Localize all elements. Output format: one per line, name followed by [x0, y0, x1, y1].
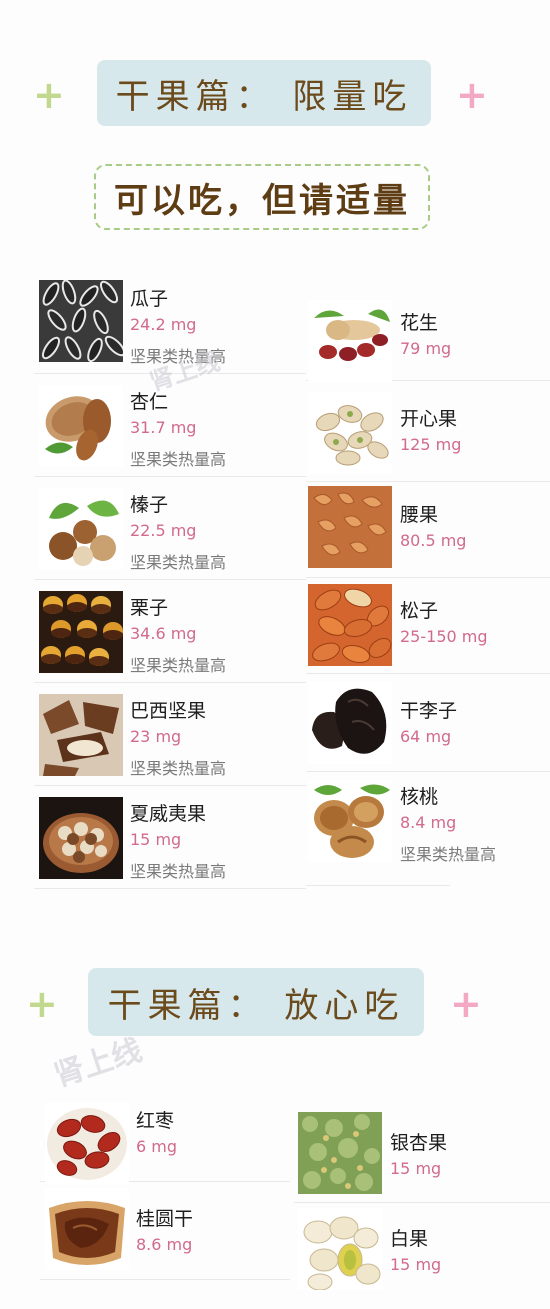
list-item: 松子 25-150 mg: [306, 578, 550, 674]
sunflower-seeds-icon: [39, 280, 123, 362]
item-amount: 24.2 mg: [130, 315, 197, 334]
item-amount: 8.4 mg: [400, 813, 457, 832]
pine-nut-icon: [308, 584, 392, 666]
item-name: 红枣: [136, 1110, 175, 1132]
item-amount: 15 mg: [390, 1159, 442, 1178]
item-amount: 34.6 mg: [130, 624, 197, 643]
item-note: 坚果类热量高: [130, 759, 227, 778]
list-item: 银杏果 15 mg: [294, 1108, 550, 1203]
list-item: 杏仁 31.7 mg 坚果类热量高: [34, 379, 306, 477]
item-amount: 8.6 mg: [136, 1235, 193, 1254]
item-amount: 64 mg: [400, 727, 452, 746]
item-amount: 6 mg: [136, 1137, 178, 1156]
item-note: 坚果类热量高: [130, 553, 227, 572]
hazelnut-icon: [39, 488, 123, 570]
item-note: 坚果类热量高: [130, 656, 227, 675]
red-date-icon: [45, 1102, 129, 1184]
item-amount: 31.7 mg: [130, 418, 197, 437]
section-subtitle: 可以吃，但请适量: [94, 164, 430, 230]
item-name: 开心果: [400, 408, 458, 430]
item-name: 瓜子: [130, 288, 169, 310]
section-title-limited: 干果篇： 限量吃: [97, 60, 431, 126]
peanut-icon: [308, 300, 392, 382]
item-name: 榛子: [130, 494, 169, 516]
dried-longan-icon: [45, 1188, 129, 1270]
list-item: 开心果 125 mg: [306, 388, 550, 482]
item-note: 坚果类热量高: [400, 845, 497, 864]
item-name: 银杏果: [390, 1132, 448, 1154]
item-name: 花生: [400, 312, 439, 334]
plus-decoration-icon: +: [456, 73, 488, 117]
item-amount: 15 mg: [130, 830, 182, 849]
item-name: 栗子: [130, 597, 169, 619]
item-amount: 22.5 mg: [130, 521, 197, 540]
list-item: 白果 15 mg: [294, 1204, 550, 1294]
item-amount: 80.5 mg: [400, 531, 467, 550]
item-name: 腰果: [400, 504, 439, 526]
ginkgo-tree-icon: [298, 1112, 382, 1194]
list-item: 榛子 22.5 mg 坚果类热量高: [34, 482, 306, 580]
item-amount: 15 mg: [390, 1255, 442, 1274]
item-name: 核桃: [400, 786, 439, 808]
list-item: 核桃 8.4 mg 坚果类热量高: [306, 772, 496, 886]
plus-decoration-icon: +: [450, 982, 482, 1026]
ginkgo-nut-icon: [298, 1208, 382, 1290]
item-name: 桂圆干: [136, 1208, 194, 1230]
list-item: 红枣 6 mg: [40, 1100, 290, 1184]
list-item: 巴西坚果 23 mg 坚果类热量高: [34, 688, 306, 786]
item-amount: 25-150 mg: [400, 627, 488, 646]
cashew-icon: [308, 486, 392, 568]
item-name: 松子: [400, 600, 439, 622]
pistachio-icon: [308, 392, 392, 474]
plus-decoration-icon: +: [26, 982, 58, 1026]
item-name: 巴西坚果: [130, 700, 207, 722]
brazil-nut-icon: [39, 694, 123, 776]
item-name: 干李子: [400, 700, 458, 722]
list-item: 夏威夷果 15 mg 坚果类热量高: [34, 791, 306, 889]
watermark-text: 肾上线: [49, 1032, 147, 1094]
prune-icon: [308, 682, 392, 764]
item-name: 夏威夷果: [130, 803, 207, 825]
list-item: 腰果 80.5 mg: [306, 482, 550, 578]
plus-decoration-icon: +: [33, 73, 65, 117]
section-title-safe: 干果篇： 放心吃: [88, 968, 424, 1036]
item-note: 坚果类热量高: [130, 862, 227, 881]
macadamia-icon: [39, 797, 123, 879]
walnut-icon: [308, 780, 392, 862]
list-item: 栗子 34.6 mg 坚果类热量高: [34, 585, 306, 683]
list-item: 花生 79 mg: [306, 298, 550, 382]
item-amount: 125 mg: [400, 435, 462, 454]
almond-icon: [39, 385, 123, 467]
list-item: 干李子 64 mg: [306, 676, 550, 772]
item-amount: 79 mg: [400, 339, 452, 358]
item-note: 坚果类热量高: [130, 450, 227, 469]
item-amount: 23 mg: [130, 727, 182, 746]
chestnut-icon: [39, 591, 123, 673]
item-name: 白果: [390, 1228, 429, 1250]
list-item: 桂圆干 8.6 mg: [40, 1184, 290, 1280]
